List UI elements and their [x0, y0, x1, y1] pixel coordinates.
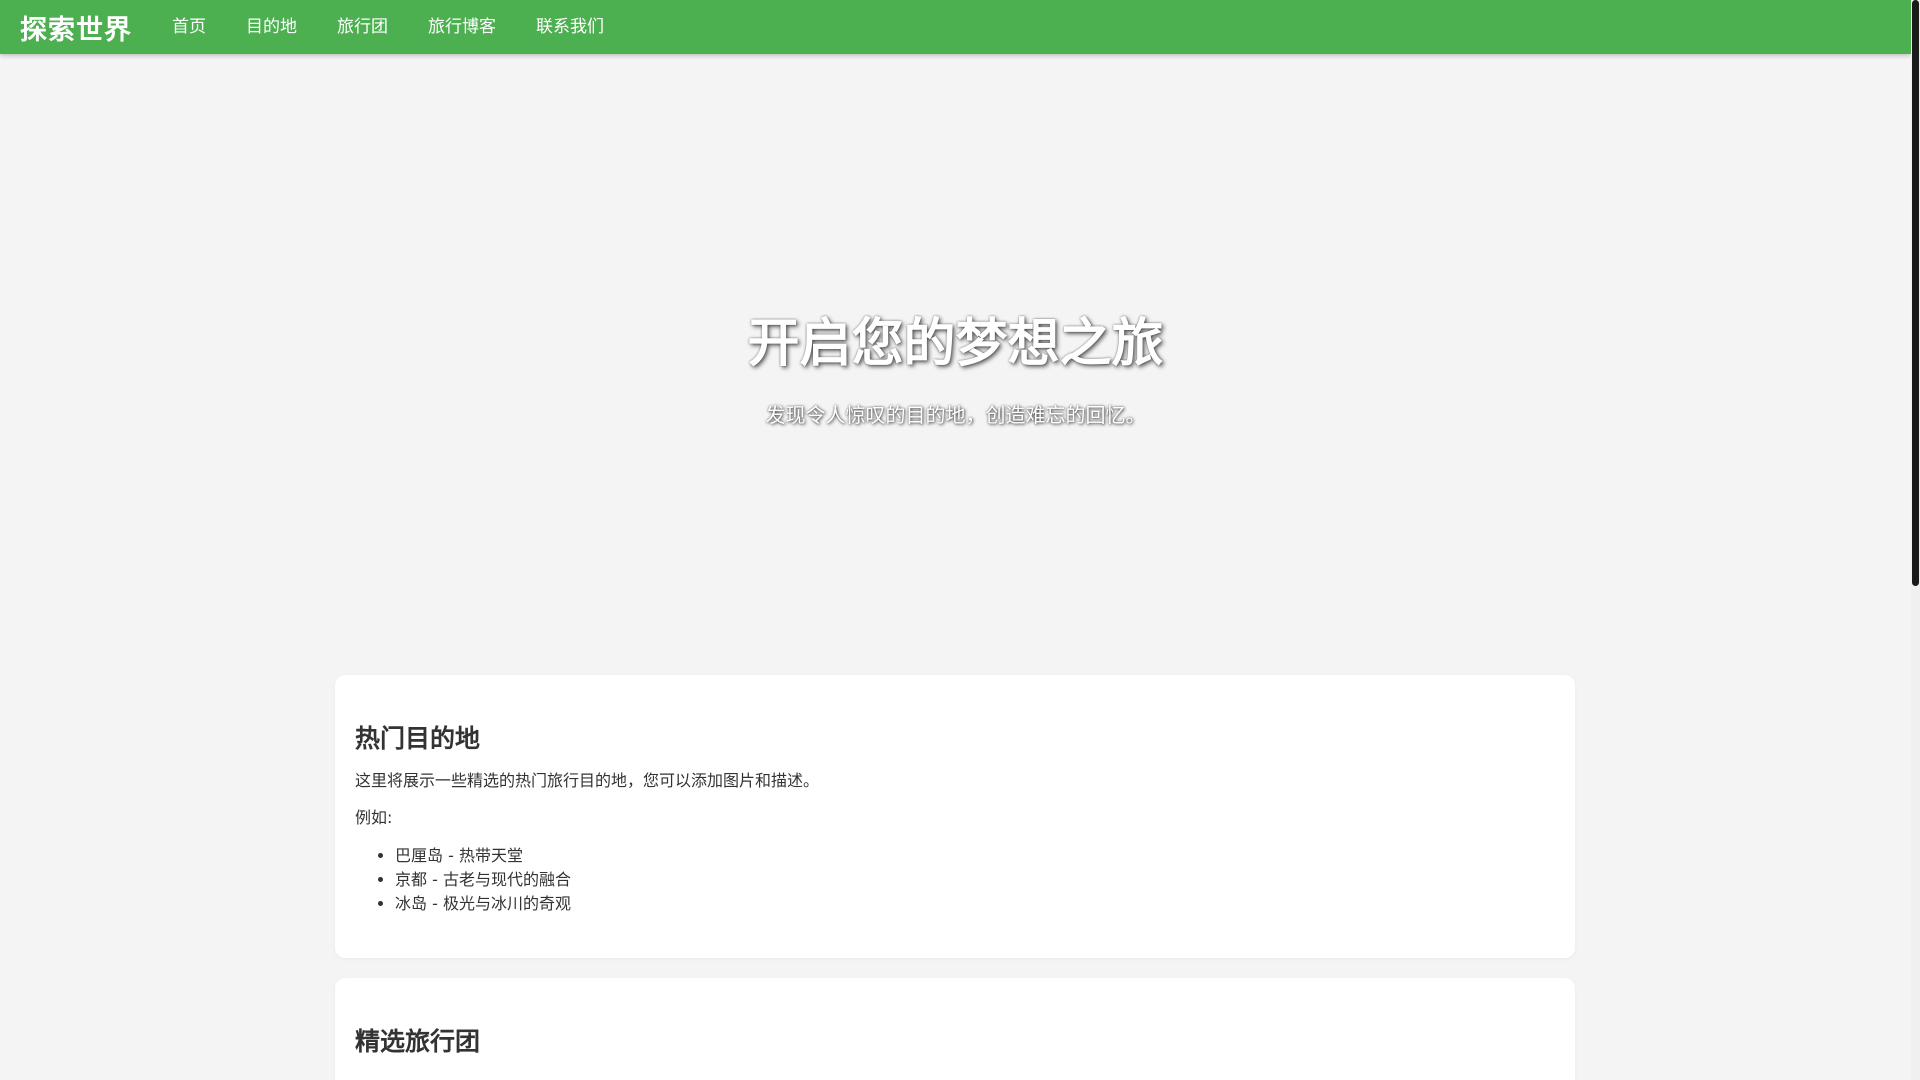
nav-link-destinations[interactable]: 目的地 — [226, 0, 317, 54]
hero-title: 开启您的梦想之旅 — [747, 314, 1164, 374]
tours-heading: 精选旅行团 — [355, 1027, 481, 1056]
nav-link-contact[interactable]: 联系我们 — [516, 0, 624, 54]
list-item: 冰岛 - 极光与冰川的奇观 — [395, 892, 1555, 916]
nav-link-blog[interactable]: 旅行博客 — [408, 0, 516, 54]
nav-links: 首页 目的地 旅行团 旅行博客 联系我们 — [152, 0, 624, 54]
destinations-example-label: 例如: — [355, 808, 393, 827]
list-item: 巴厘岛 - 热带天堂 — [395, 844, 1555, 868]
scrollbar-track[interactable] — [1911, 0, 1920, 1080]
tours-card: 精选旅行团 — [335, 978, 1575, 1080]
hero-subtitle: 发现令人惊叹的目的地，创造难忘的回忆。 — [765, 403, 1146, 427]
destinations-card: 热门目的地 这里将展示一些精选的热门旅行目的地，您可以添加图片和描述。 例如: … — [335, 675, 1575, 958]
list-item: 京都 - 古老与现代的融合 — [395, 868, 1555, 892]
scrollbar-thumb[interactable] — [1912, 0, 1919, 586]
page: 探索世界 首页 目的地 旅行团 旅行博客 联系我们 开启您的梦想之旅 发现令人惊… — [0, 0, 1920, 1080]
navbar: 探索世界 首页 目的地 旅行团 旅行博客 联系我们 — [0, 0, 1911, 54]
nav-link-home[interactable]: 首页 — [152, 0, 226, 54]
destinations-intro: 这里将展示一些精选的热门旅行目的地，您可以添加图片和描述。 — [355, 771, 820, 790]
site-logo[interactable]: 探索世界 — [20, 8, 132, 47]
hero-section: 开启您的梦想之旅 发现令人惊叹的目的地，创造难忘的回忆。 — [0, 54, 1911, 654]
destinations-list: 巴厘岛 - 热带天堂 京都 - 古老与现代的融合 冰岛 - 极光与冰川的奇观 — [355, 844, 1555, 916]
destinations-heading: 热门目的地 — [355, 724, 481, 753]
nav-link-tours[interactable]: 旅行团 — [317, 0, 408, 54]
